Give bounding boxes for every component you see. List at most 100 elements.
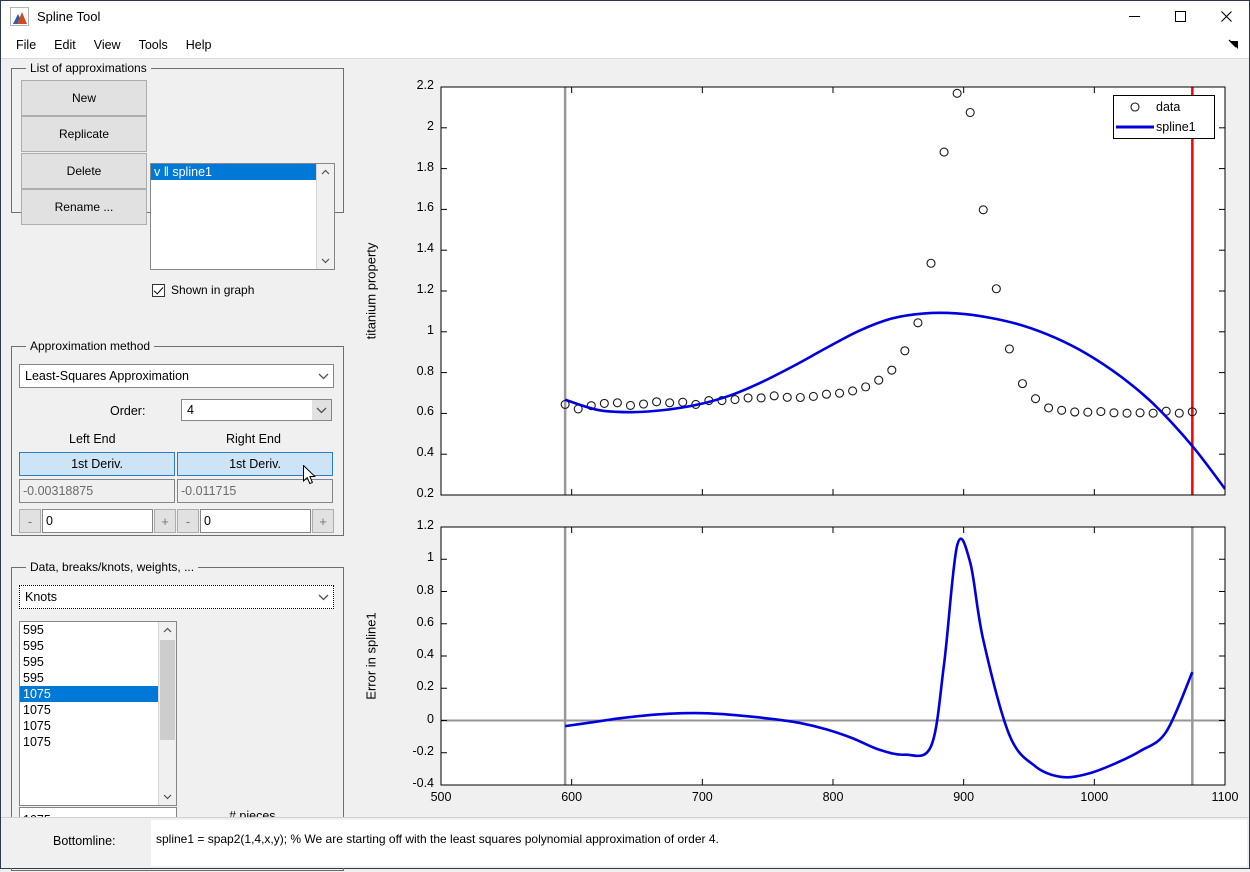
menu-file[interactable]: File bbox=[7, 35, 45, 55]
y-tick-label: 1.8 bbox=[417, 160, 434, 174]
shown-in-graph-checkbox[interactable]: Shown in graph bbox=[152, 283, 254, 297]
method-select[interactable]: Least-Squares Approximation bbox=[19, 364, 334, 388]
menu-tools[interactable]: Tools bbox=[130, 35, 177, 55]
y-tick-label: 1.6 bbox=[417, 200, 434, 214]
y-tick-label: 0.8 bbox=[417, 364, 434, 378]
knot-list-item[interactable]: 595 bbox=[20, 654, 159, 670]
list-item[interactable]: v ‖ spline1 bbox=[151, 164, 317, 180]
y-tick-label: 0.6 bbox=[417, 404, 434, 418]
data-group-label: Data, breaks/knots, weights, ... bbox=[26, 560, 198, 574]
y-tick-label: 0.6 bbox=[417, 615, 434, 629]
knots-list-items: 5955955955951075107510751075 bbox=[20, 622, 159, 805]
right-decrement-button[interactable]: - bbox=[177, 509, 199, 533]
menu-view[interactable]: View bbox=[85, 35, 130, 55]
shown-in-graph-label: Shown in graph bbox=[171, 283, 254, 297]
knots-listbox[interactable]: 5955955955951075107510751075 bbox=[19, 621, 177, 806]
scroll-down-icon[interactable] bbox=[317, 252, 334, 269]
x-tick-label: 900 bbox=[953, 790, 974, 804]
charts-svg bbox=[356, 59, 1250, 872]
approximations-listbox[interactable]: v ‖ spline1 bbox=[150, 163, 335, 270]
rename-button[interactable]: Rename ... bbox=[21, 189, 147, 225]
bottomline-bar: Bottomline: spline1 = spap2(1,4,x,y); % … bbox=[1, 817, 1249, 868]
minimize-icon[interactable] bbox=[1111, 1, 1157, 31]
y-tick-label: -0.4 bbox=[412, 776, 434, 790]
y-tick-label: 0.2 bbox=[417, 679, 434, 693]
knot-list-item[interactable]: 1075 bbox=[20, 686, 159, 702]
right-increment-button[interactable]: + bbox=[312, 509, 334, 533]
delete-button[interactable]: Delete bbox=[21, 153, 147, 189]
y-tick-label: 1 bbox=[427, 550, 434, 564]
left-end-deriv-tab[interactable]: 1st Deriv. bbox=[19, 452, 175, 476]
legend-entry: spline1 bbox=[1114, 117, 1214, 137]
spline-tool-window: Spline Tool File Edit View Tools Help bbox=[0, 0, 1250, 869]
legend-entry: data bbox=[1114, 97, 1214, 117]
approximations-scrollbar[interactable] bbox=[316, 164, 334, 269]
left-end-label: Left End bbox=[69, 432, 116, 446]
y-tick-label: 1.2 bbox=[417, 282, 434, 296]
knots-scroll-thumb[interactable] bbox=[160, 640, 175, 740]
matlab-spline-icon bbox=[10, 7, 29, 26]
knot-list-item[interactable]: 595 bbox=[20, 622, 159, 638]
replicate-button[interactable]: Replicate bbox=[21, 116, 147, 152]
close-icon[interactable] bbox=[1203, 1, 1249, 31]
data-selector-value: Knots bbox=[20, 590, 314, 604]
x-tick-label: 500 bbox=[431, 790, 452, 804]
error-y-axis-label: Error in spline1 bbox=[364, 612, 379, 699]
title-bar: Spline Tool bbox=[1, 1, 1249, 32]
x-tick-label: 1100 bbox=[1212, 790, 1239, 804]
order-select[interactable]: 4 bbox=[181, 399, 332, 421]
data-selector[interactable]: Knots bbox=[19, 585, 334, 609]
y-tick-label: 1.4 bbox=[417, 241, 434, 255]
scroll-up-icon[interactable] bbox=[317, 164, 334, 181]
right-spin-input[interactable]: 0 bbox=[200, 509, 311, 533]
knot-list-item[interactable]: 595 bbox=[20, 670, 159, 686]
window-controls bbox=[1111, 1, 1249, 31]
charts-panel: 0.2 0.4 0.6 0.8 1 1.2 1.4 1.6 1.8 2 2.2 titanium pr… bbox=[356, 59, 1249, 817]
left-panel: List of approximations New Replicate Del… bbox=[1, 59, 356, 817]
y-tick-label: 0.8 bbox=[417, 583, 434, 597]
approximations-group-label: List of approximations bbox=[26, 61, 151, 75]
knot-list-item[interactable]: 1075 bbox=[20, 734, 159, 750]
y-tick-label: 0 bbox=[427, 712, 434, 726]
approximations-list-items: v ‖ spline1 bbox=[151, 164, 317, 269]
dock-arrow-icon[interactable] bbox=[1227, 38, 1241, 52]
y-tick-label: 0.4 bbox=[417, 445, 434, 459]
menu-bar: File Edit View Tools Help bbox=[1, 32, 1249, 58]
y-tick-label: 1 bbox=[427, 323, 434, 337]
scroll-down-icon[interactable] bbox=[159, 788, 176, 805]
legend-label: spline1 bbox=[1156, 120, 1196, 134]
menu-edit[interactable]: Edit bbox=[45, 35, 85, 55]
main-content: List of approximations New Replicate Del… bbox=[1, 58, 1249, 817]
y-tick-label: 0.2 bbox=[417, 486, 434, 500]
chevron-down-icon[interactable] bbox=[314, 586, 333, 608]
main-y-axis-label: titanium property bbox=[364, 243, 379, 340]
chevron-down-icon[interactable] bbox=[314, 365, 333, 387]
right-end-value: -0.011715 bbox=[177, 479, 333, 503]
knot-list-item[interactable]: 1075 bbox=[20, 702, 159, 718]
y-tick-label: 2 bbox=[427, 119, 434, 133]
left-increment-button[interactable]: + bbox=[154, 509, 176, 533]
maximize-icon[interactable] bbox=[1157, 1, 1203, 31]
x-tick-label: 800 bbox=[823, 790, 844, 804]
bottomline-label: Bottomline: bbox=[53, 834, 116, 848]
chart-legend: data spline1 bbox=[1113, 95, 1215, 139]
x-tick-label: 600 bbox=[561, 790, 582, 804]
left-end-value: -0.00318875 bbox=[19, 479, 175, 503]
order-select-value: 4 bbox=[182, 403, 312, 417]
y-tick-label: 1.2 bbox=[417, 518, 434, 532]
left-spin-input[interactable]: 0 bbox=[42, 509, 153, 533]
legend-label: data bbox=[1156, 100, 1180, 114]
knot-list-item[interactable]: 1075 bbox=[20, 718, 159, 734]
y-tick-label: 0.4 bbox=[417, 647, 434, 661]
knots-scrollbar[interactable] bbox=[158, 622, 176, 805]
y-tick-label: 2.2 bbox=[417, 78, 434, 92]
method-group-label: Approximation method bbox=[26, 339, 154, 353]
knot-list-item[interactable]: 595 bbox=[20, 638, 159, 654]
chevron-down-icon[interactable] bbox=[312, 400, 331, 420]
new-button[interactable]: New bbox=[21, 80, 147, 116]
scroll-up-icon[interactable] bbox=[159, 622, 176, 639]
checkbox-box[interactable] bbox=[152, 284, 165, 297]
menu-help[interactable]: Help bbox=[177, 35, 221, 55]
left-decrement-button[interactable]: - bbox=[19, 509, 41, 533]
right-end-deriv-tab[interactable]: 1st Deriv. bbox=[177, 452, 333, 476]
